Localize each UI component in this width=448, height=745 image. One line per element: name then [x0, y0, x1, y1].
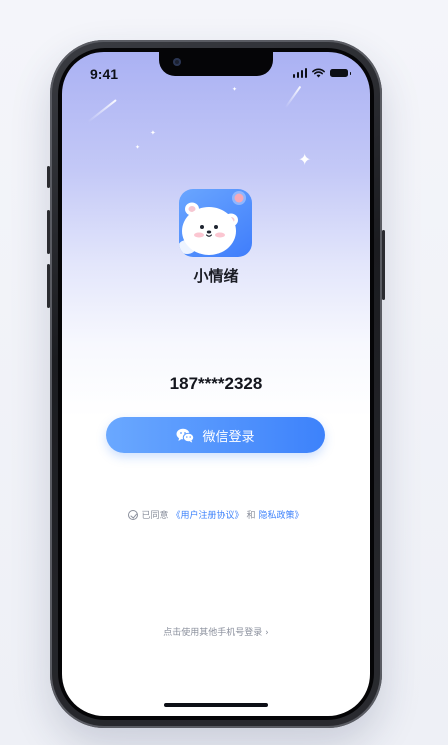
- notch: [159, 52, 273, 76]
- battery-icon: [330, 69, 351, 77]
- polar-bear-logo-icon: [179, 189, 252, 257]
- volume-up-button: [47, 210, 50, 254]
- masked-phone-number: 187****2328: [169, 374, 263, 393]
- privacy-policy-link[interactable]: 隐私政策》: [259, 508, 304, 521]
- user-agreement-link[interactable]: 《用户注册协议》: [171, 508, 243, 521]
- sparkle-icon: ✦: [298, 150, 312, 169]
- agreement-prefix: 已同意: [141, 511, 169, 521]
- phone-frame: 9:41 ✦ ✦ ✦ ✦ 小情绪 187****2328 微信登录 已同意 《用…: [47, 40, 385, 728]
- status-icons: [292, 68, 351, 78]
- wechat-login-label: 微信登录: [202, 429, 255, 445]
- wechat-login-button[interactable]: 微信登录: [106, 417, 325, 453]
- sparkle-icon: ✦: [232, 86, 238, 93]
- shooting-star-decoration: [284, 85, 302, 109]
- login-screen: 9:41 ✦ ✦ ✦ ✦ 小情绪 187****2328 微信登录 已同意 《用…: [62, 52, 370, 716]
- shooting-star-decoration: [87, 99, 117, 123]
- status-time: 9:41: [90, 66, 119, 82]
- power-button: [382, 230, 385, 300]
- app-name: 小情绪: [193, 267, 239, 285]
- sparkle-icon: ✦: [150, 129, 156, 137]
- wechat-icon: [176, 428, 195, 443]
- camera-icon: [173, 58, 181, 66]
- wifi-icon: [312, 68, 325, 78]
- agreement-and: 和: [246, 511, 256, 521]
- check-circle-icon[interactable]: [128, 509, 139, 520]
- signal-icon: [292, 68, 307, 78]
- other-phone-login-link[interactable]: 点击使用其他手机号登录 ›: [62, 625, 370, 638]
- mute-switch: [47, 166, 50, 188]
- agreement-row: 已同意 《用户注册协议》 和 隐私政策》: [62, 508, 370, 521]
- sparkle-icon: ✦: [135, 144, 141, 151]
- volume-down-button: [47, 264, 50, 308]
- home-indicator[interactable]: [164, 703, 268, 707]
